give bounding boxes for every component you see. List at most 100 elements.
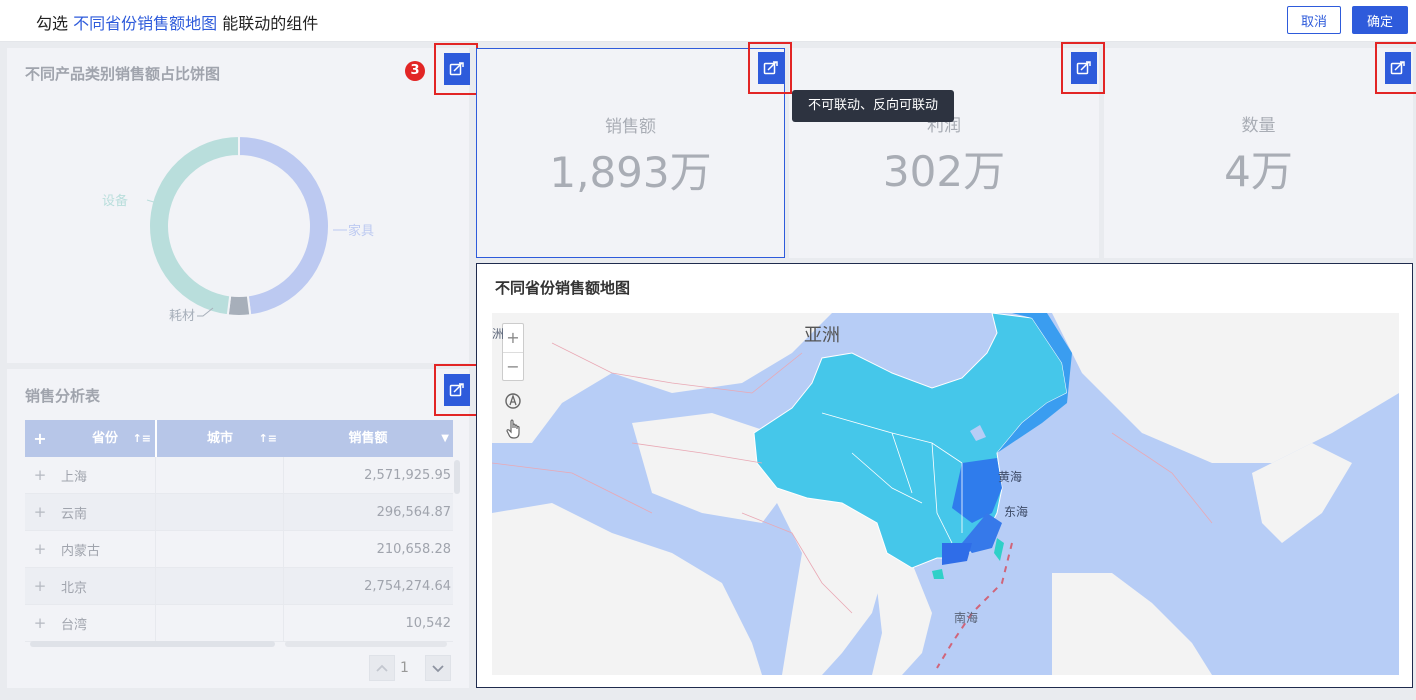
lasso-icon <box>505 393 521 409</box>
pie-label-shebei: 设备 <box>102 193 128 209</box>
map-label-edge: 洲 <box>492 327 505 341</box>
table-panel-title: 销售分析表 <box>25 387 101 405</box>
map-label-donghai: 东海 <box>1004 505 1029 519</box>
province-sales-map-panel: 不同省份销售额地图 + − 亚洲 洲 黄海 东海 南海 <box>476 263 1413 688</box>
kpi-value: 4万 <box>1224 147 1293 196</box>
cell-city <box>155 493 283 531</box>
chevron-up-icon <box>376 664 388 672</box>
pie-slice-1[interactable] <box>226 294 252 317</box>
column-label-province: 省份 <box>91 431 118 446</box>
cell-province: 云南 <box>61 506 88 522</box>
map-select-icon[interactable] <box>503 391 525 413</box>
link-edit-icon <box>449 62 464 76</box>
page-prev-button[interactable] <box>369 655 395 681</box>
kpi-card-quantity: 数量 4万 <box>1104 48 1413 258</box>
page-number: 1 <box>400 660 409 676</box>
zoom-in-button[interactable]: + <box>503 324 523 352</box>
count-badge: 3 <box>405 61 425 81</box>
row-expand-icon[interactable]: + <box>25 614 55 632</box>
row-expand-icon[interactable]: + <box>25 540 55 558</box>
table-row[interactable]: + 台湾 10,542 <box>25 604 453 642</box>
cell-province: 上海 <box>61 469 88 485</box>
link-edit-icon <box>1076 61 1091 75</box>
hand-pointer-icon <box>506 419 520 439</box>
horizontal-scrollbar-track[interactable] <box>285 641 447 647</box>
kpi-label: 销售额 <box>605 117 656 137</box>
cell-sales: 210,658.28 <box>283 530 453 568</box>
kpi-card-profit: 利润 302万 <box>789 48 1099 258</box>
link-tooltip: 不可联动、反向可联动 <box>792 90 954 122</box>
map-label-nanhai: 南海 <box>954 611 979 625</box>
link-toggle-table[interactable] <box>434 364 478 416</box>
cell-sales: 2,754,274.64 <box>283 567 453 605</box>
cell-province: 内蒙古 <box>61 543 101 559</box>
table-row[interactable]: + 北京 2,754,274.64 <box>25 567 453 605</box>
cell-sales: 2,571,925.95 <box>283 456 453 494</box>
zoom-control: + − <box>502 323 524 381</box>
link-edit-icon <box>763 61 778 75</box>
pie-slice-2[interactable] <box>148 134 240 317</box>
row-expand-icon[interactable]: + <box>25 466 55 484</box>
link-toggle-sales[interactable] <box>748 42 792 94</box>
page-next-button[interactable] <box>425 655 451 681</box>
horizontal-scrollbar[interactable] <box>30 641 275 647</box>
pie-slice-0[interactable] <box>238 134 330 317</box>
cancel-button[interactable]: 取消 <box>1287 6 1341 34</box>
link-button-quantity[interactable] <box>1385 52 1411 84</box>
expand-all-button[interactable]: + <box>25 420 55 457</box>
cell-province: 北京 <box>61 580 88 596</box>
map-label-asia: 亚洲 <box>804 325 840 346</box>
cell-sales: 296,564.87 <box>283 493 453 531</box>
link-edit-icon <box>1390 61 1405 75</box>
cell-province: 台湾 <box>61 617 88 633</box>
kpi-label: 数量 <box>1241 116 1276 136</box>
pie-chart-panel: 不同产品类别销售额占比饼图 设备 家具 耗材 <box>7 48 469 363</box>
sort-icon[interactable]: ↑≡ <box>259 420 277 457</box>
chevron-down-icon <box>432 665 444 673</box>
dropdown-icon[interactable]: ▼ <box>441 420 449 457</box>
link-toggle-quantity[interactable] <box>1375 42 1416 94</box>
instruction-prefix: 勾选 <box>36 14 69 33</box>
zoom-out-button[interactable]: − <box>503 352 523 380</box>
column-label-city: 城市 <box>206 431 233 446</box>
table-row[interactable]: + 上海 2,571,925.95 <box>25 456 453 494</box>
column-header-sales[interactable]: 销售额 ▼ <box>283 420 453 457</box>
sort-icon[interactable]: ↑≡ <box>133 420 151 457</box>
cell-sales: 10,542 <box>283 604 453 642</box>
link-toggle-profit[interactable] <box>1061 42 1105 94</box>
table-row[interactable]: + 内蒙古 210,658.28 <box>25 530 453 568</box>
map-area[interactable]: + − 亚洲 洲 黄海 东海 南海 <box>492 313 1399 675</box>
link-toggle-pie[interactable] <box>434 43 478 95</box>
instruction-target: 不同省份销售额地图 <box>73 14 218 33</box>
map-canvas <box>492 313 1399 675</box>
kpi-card-sales: 销售额 1,893万 <box>476 48 785 258</box>
link-button-pie[interactable] <box>444 53 470 85</box>
instruction-suffix: 能联动的组件 <box>222 14 319 33</box>
confirm-button[interactable]: 确定 <box>1352 6 1408 34</box>
top-bar: 勾选 不同省份销售额地图 能联动的组件 取消 确定 <box>0 0 1416 42</box>
instruction-text: 勾选 不同省份销售额地图 能联动的组件 <box>36 10 318 34</box>
vertical-scrollbar[interactable] <box>454 460 460 494</box>
link-edit-icon <box>449 383 464 397</box>
kpi-value: 1,893万 <box>549 148 712 197</box>
cell-city <box>155 604 283 642</box>
row-expand-icon[interactable]: + <box>25 503 55 521</box>
table-header: + 省份 ↑≡ 城市 ↑≡ 销售额 ▼ <box>25 420 453 457</box>
map-panel-title: 不同省份销售额地图 <box>495 279 631 297</box>
link-button-profit[interactable] <box>1071 52 1097 84</box>
column-header-city[interactable]: 城市 ↑≡ <box>155 420 283 457</box>
map-pan-icon[interactable] <box>504 418 526 442</box>
pie-label-haocai: 耗材 <box>169 309 195 324</box>
column-label-sales: 销售额 <box>348 431 388 446</box>
link-button-sales[interactable] <box>758 52 784 84</box>
link-button-table[interactable] <box>444 374 470 406</box>
cell-city <box>155 456 283 494</box>
pie-label-jiaju: 家具 <box>348 223 374 239</box>
map-label-huanghai: 黄海 <box>998 470 1023 484</box>
cell-city <box>155 567 283 605</box>
row-expand-icon[interactable]: + <box>25 577 55 595</box>
sales-table: + 省份 ↑≡ 城市 ↑≡ 销售额 ▼ + 上海 2,571,925.95 + … <box>25 420 453 642</box>
column-header-province[interactable]: 省份 ↑≡ <box>55 420 155 457</box>
kpi-value: 302万 <box>882 147 1006 196</box>
table-row[interactable]: + 云南 296,564.87 <box>25 493 453 531</box>
